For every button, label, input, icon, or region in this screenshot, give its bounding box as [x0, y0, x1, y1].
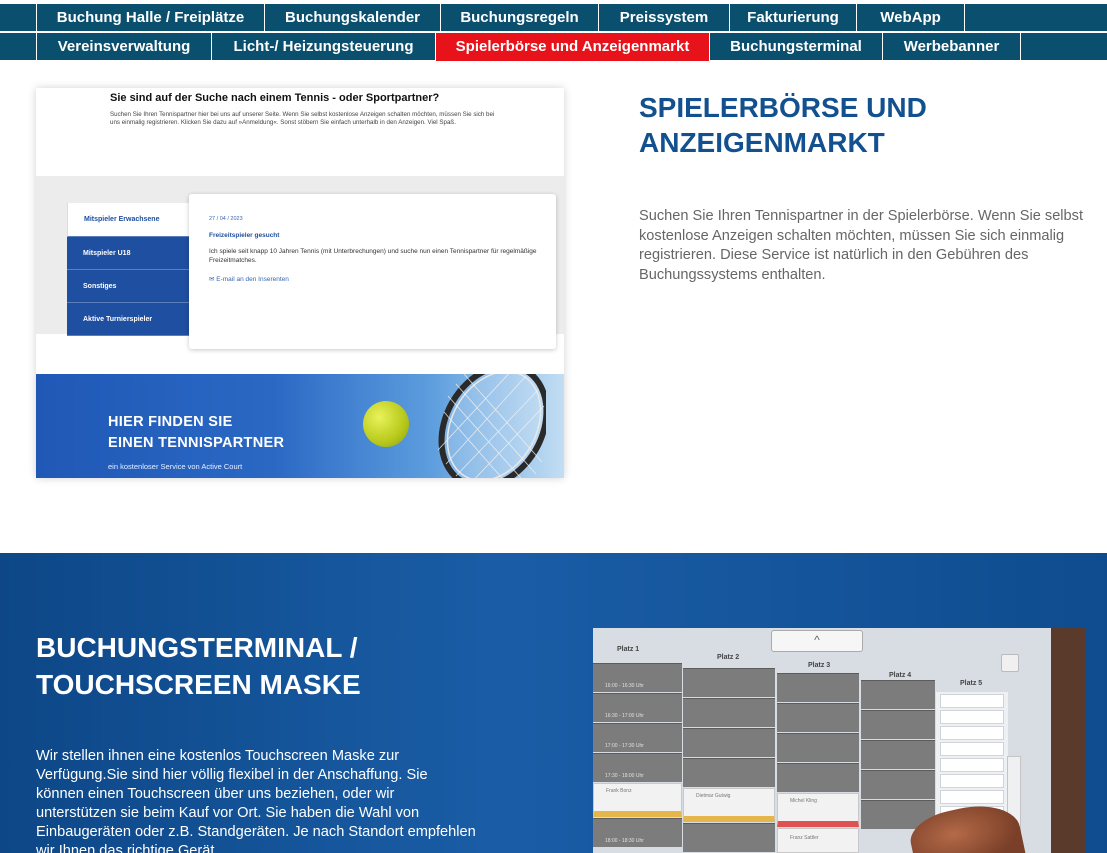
slot: 18:00 - 18:30 Uhr [593, 818, 682, 847]
tennis-ball-icon [363, 401, 409, 447]
ad-date: 27 / 04 / 2023 [209, 216, 243, 222]
section-buchungsterminal: BUCHUNGSTERMINAL / TOUCHSCREEN MASKE Wir… [0, 553, 1107, 853]
nav-item-licht-heizung[interactable]: Licht-/ Heizungsteuerung [212, 33, 436, 61]
buchungsterminal-title-line-2: TOUCHSCREEN MASKE [36, 669, 361, 700]
ad-mail-link: ✉ E-mail an den Inserenten [209, 276, 289, 283]
banner-subline: ein kostenloser Service von Active Court [108, 462, 243, 471]
slot-mini [940, 774, 1004, 788]
court-label-3: Platz 3 [808, 662, 831, 669]
slot-mini [940, 710, 1004, 724]
spielerboerse-title: SPIELERBÖRSE UND ANZEIGENMARKT [639, 90, 927, 160]
slot-time: 16:00 - 16:30 Uhr [605, 683, 644, 689]
nav-item-werbebanner[interactable]: Werbebanner [883, 33, 1021, 61]
touchscreen-photo: ^ Platz 1 Platz 2 Platz 3 Platz 4 Platz … [593, 628, 1085, 853]
spielerboerse-screenshot: Sie sind auf der Suche nach einem Tennis… [36, 88, 564, 478]
slot [683, 698, 775, 727]
slot [683, 728, 775, 757]
court-label-4: Platz 4 [889, 672, 912, 679]
slot [683, 823, 775, 852]
slot: 17:30 - 18:00 Uhr [593, 753, 682, 782]
tennis-racket-icon [437, 374, 546, 478]
buchungsterminal-description: Wir stellen ihnen eine kostenlos Touchsc… [36, 748, 476, 853]
ad-title: Freizeitspieler gesucht [209, 232, 280, 239]
slot-booked: Dietmar Gutwig [683, 788, 775, 822]
slot [777, 733, 859, 762]
slot-time: 16:30 - 17:00 Uhr [605, 713, 644, 719]
tab-mitspieler-erwachsene: Mitspieler Erwachsene [67, 203, 189, 237]
spielerboerse-title-line-2: ANZEIGENMARKT [639, 127, 885, 158]
nav-item-preissystem[interactable]: Preissystem [599, 4, 730, 32]
slot [861, 770, 935, 799]
slot-mini [940, 790, 1004, 804]
slot: 17:00 - 17:30 Uhr [593, 723, 682, 752]
slot-mini [940, 758, 1004, 772]
chevron-up-icon: ^ [771, 630, 863, 652]
tab-sonstiges: Sonstiges [67, 270, 189, 303]
tennispartner-banner: HIER FINDEN SIE EINEN TENNISPARTNER ein … [36, 374, 564, 478]
slot-mini [940, 726, 1004, 740]
banner-headline: HIER FINDEN SIE EINEN TENNISPARTNER [108, 412, 284, 454]
slot: 16:30 - 17:00 Uhr [593, 693, 682, 722]
spielerboerse-title-line-1: SPIELERBÖRSE UND [639, 92, 927, 123]
slot-booked: Frank Bonz [593, 783, 682, 817]
slot-name: Frank Bonz [606, 788, 632, 794]
slot-name: Michel Kling [790, 798, 817, 804]
screenshot-heading: Sie sind auf der Suche nach einem Tennis… [110, 92, 440, 104]
nav-item-buchungsterminal[interactable]: Buchungsterminal [710, 33, 883, 61]
settings-icon [1001, 654, 1019, 672]
nav-item-buchungsregeln[interactable]: Buchungsregeln [441, 4, 599, 32]
buchungsterminal-title-line-1: BUCHUNGSTERMINAL / [36, 632, 358, 663]
banner-line-2: EINEN TENNISPARTNER [108, 435, 285, 451]
slot-time: 17:00 - 17:30 Uhr [605, 743, 644, 749]
slot [683, 758, 775, 787]
slot [861, 710, 935, 739]
slot-booked: Franz Sattler [777, 828, 859, 853]
slot-mini [940, 694, 1004, 708]
banner-line-1: HIER FINDEN SIE [108, 414, 233, 430]
slot [861, 740, 935, 769]
main-navigation: Buchung Halle / Freiplätze Buchungskalen… [0, 0, 1107, 61]
spielerboerse-description: Suchen Sie Ihren Tennispartner in der Sp… [639, 208, 1084, 283]
slot-name: Dietmar Gutwig [696, 793, 731, 799]
slot [777, 703, 859, 732]
screenshot-intro: Sie sind auf der Suche nach einem Tennis… [36, 88, 564, 176]
ad-card: 27 / 04 / 2023 Freizeitspieler gesucht I… [189, 194, 556, 349]
tab-mitspieler-u18: Mitspieler U18 [67, 237, 189, 270]
court-label-2: Platz 2 [717, 654, 740, 661]
nav-item-buchungskalender[interactable]: Buchungskalender [265, 4, 441, 32]
slot-name: Franz Sattler [790, 835, 819, 841]
slot [683, 668, 775, 697]
buchungsterminal-title: BUCHUNGSTERMINAL / TOUCHSCREEN MASKE [36, 629, 361, 703]
slot-time: 18:00 - 18:30 Uhr [605, 838, 644, 844]
slot [777, 763, 859, 792]
slot-mini [940, 742, 1004, 756]
section-spielerboerse: Sie sind auf der Suche nach einem Tennis… [0, 61, 1107, 553]
nav-item-fakturierung[interactable]: Fakturierung [730, 4, 857, 32]
nav-item-buchung-halle[interactable]: Buchung Halle / Freiplätze [36, 4, 265, 32]
slot: 16:00 - 16:30 Uhr [593, 663, 682, 692]
terminal-frame [1051, 628, 1085, 853]
court-label-5: Platz 5 [960, 680, 983, 687]
ad-text: Ich spiele seit knapp 10 Jahren Tennis (… [209, 248, 537, 264]
tab-aktive-turnierspieler: Aktive Turnierspieler [67, 303, 189, 336]
nav-row-1: Buchung Halle / Freiplätze Buchungskalen… [0, 4, 1107, 32]
screenshot-category-tabs: Mitspieler Erwachsene Mitspieler U18 Son… [67, 203, 189, 336]
nav-item-webapp[interactable]: WebApp [857, 4, 965, 32]
slot [861, 680, 935, 709]
slot-time: 17:30 - 18:00 Uhr [605, 773, 644, 779]
court-label-1: Platz 1 [617, 646, 640, 653]
slot-booked: Michel Kling [777, 793, 859, 827]
nav-item-vereinsverwaltung[interactable]: Vereinsverwaltung [36, 33, 212, 61]
nav-item-spielerboerse[interactable]: Spielerbörse und Anzeigenmarkt [436, 33, 710, 61]
touchscreen-display: ^ Platz 1 Platz 2 Platz 3 Platz 4 Platz … [593, 628, 1051, 853]
slot [777, 673, 859, 702]
nav-row-2: Vereinsverwaltung Licht-/ Heizungsteueru… [0, 33, 1107, 61]
screenshot-intro-text: Suchen Sie Ihren Tennispartner hier bei … [110, 111, 495, 127]
